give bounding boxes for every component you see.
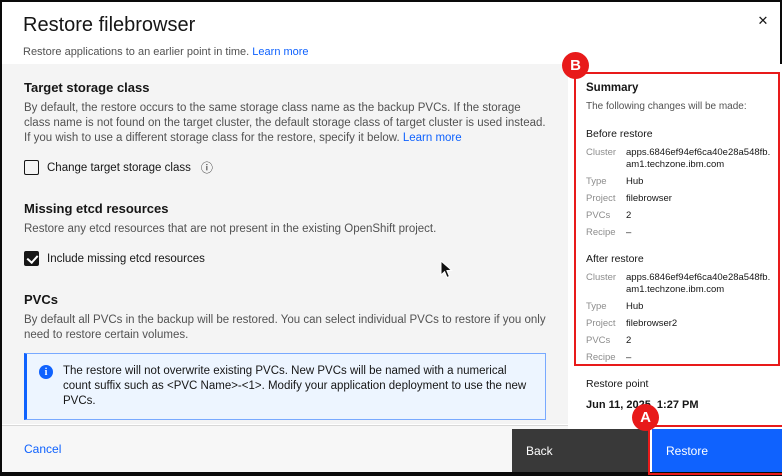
annotation-badge-a: A — [632, 404, 659, 431]
modal-header: Restore filebrowser Restore applications… — [2, 2, 780, 64]
subtitle-text: Restore applications to an earlier point… — [23, 46, 250, 58]
summary-row-project: Project filebrowser2 — [586, 318, 772, 330]
row-label: Cluster — [586, 272, 617, 283]
before-restore-rows: Cluster apps.6846ef94ef6ca40e28a548fb.am… — [586, 147, 772, 239]
summary-row-cluster: Cluster apps.6846ef94ef6ca40e28a548fb.am… — [586, 147, 772, 171]
row-label: Project — [586, 318, 616, 329]
notification-info-icon: i — [39, 365, 53, 379]
restore-point-value: Jun 11, 2025, 1:27 PM — [586, 399, 699, 411]
close-button[interactable]: ✕ — [752, 10, 774, 32]
row-value: – — [626, 352, 632, 363]
after-restore-heading: After restore — [586, 253, 644, 265]
row-label: PVCs — [586, 335, 611, 346]
restore-point-heading: Restore point — [586, 378, 649, 390]
summary-row-cluster: Cluster apps.6846ef94ef6ca40e28a548fb.am… — [586, 272, 772, 296]
summary-intro: The following changes will be made: — [586, 101, 747, 112]
summary-row-project: Project filebrowser — [586, 193, 772, 205]
notification-text: The restore will not overwrite existing … — [63, 365, 527, 407]
info-notification: i The restore will not overwrite existin… — [24, 353, 546, 420]
change-target-storage-class-checkbox-row[interactable]: Change target storage class ⓘ — [24, 160, 546, 175]
page-subtitle: Restore applications to an earlier point… — [23, 46, 309, 58]
summary-row-recipe: Recipe – — [586, 352, 772, 364]
before-restore-heading: Before restore — [586, 128, 653, 140]
summary-row-pvcs: PVCs 2 — [586, 335, 772, 347]
row-value: apps.6846ef94ef6ca40e28a548fb.am1.techzo… — [626, 272, 771, 295]
summary-row-recipe: Recipe – — [586, 227, 772, 239]
after-restore-rows: Cluster apps.6846ef94ef6ca40e28a548fb.am… — [586, 272, 772, 364]
include-missing-etcd-label: Include missing etcd resources — [47, 252, 205, 265]
cancel-link[interactable]: Cancel — [24, 442, 61, 456]
include-missing-etcd-checkbox-row[interactable]: Include missing etcd resources — [24, 251, 546, 266]
include-missing-etcd-checkbox[interactable] — [24, 251, 39, 266]
row-value: filebrowser — [626, 193, 672, 204]
target-storage-class-heading: Target storage class — [24, 80, 150, 95]
annotation-badge-b: B — [562, 52, 589, 79]
row-label: Type — [586, 176, 607, 187]
info-icon[interactable]: ⓘ — [201, 162, 213, 174]
page-title: Restore filebrowser — [23, 14, 196, 36]
modal-body: Target storage class By default, the res… — [2, 64, 568, 424]
subtitle-learn-more-link[interactable]: Learn more — [252, 46, 308, 58]
missing-etcd-heading: Missing etcd resources — [24, 201, 169, 216]
back-button[interactable]: Back — [512, 429, 650, 472]
row-label: Type — [586, 301, 607, 312]
storage-learn-more-link[interactable]: Learn more — [403, 132, 462, 144]
missing-etcd-description: Restore any etcd resources that are not … — [24, 223, 437, 235]
summary-row-pvcs: PVCs 2 — [586, 210, 772, 222]
row-value: Hub — [626, 301, 644, 312]
row-value: – — [626, 227, 632, 238]
change-target-storage-class-checkbox[interactable] — [24, 160, 39, 175]
row-label: Cluster — [586, 147, 617, 158]
pvcs-heading: PVCs — [24, 292, 58, 307]
row-value: 2 — [626, 335, 632, 346]
row-value: Hub — [626, 176, 644, 187]
row-label: PVCs — [586, 210, 611, 221]
summary-row-type: Type Hub — [586, 176, 772, 188]
change-target-storage-class-label: Change target storage class — [47, 161, 191, 174]
modal-footer — [2, 425, 568, 472]
summary-heading: Summary — [586, 82, 639, 94]
target-storage-class-text: By default, the restore occurs to the sa… — [24, 102, 546, 144]
row-label: Recipe — [586, 352, 616, 363]
restore-button[interactable]: Restore — [652, 429, 782, 472]
row-value: filebrowser2 — [626, 318, 678, 329]
target-storage-class-description: By default, the restore occurs to the sa… — [24, 101, 546, 146]
pvcs-description: By default all PVCs in the backup will b… — [24, 314, 546, 341]
row-value: 2 — [626, 210, 632, 221]
summary-row-type: Type Hub — [586, 301, 772, 313]
row-value: apps.6846ef94ef6ca40e28a548fb.am1.techzo… — [626, 147, 771, 170]
row-label: Project — [586, 193, 616, 204]
modal-window: Restore filebrowser Restore applications… — [0, 0, 782, 476]
close-icon: ✕ — [757, 13, 769, 28]
row-label: Recipe — [586, 227, 616, 238]
summary-panel: Summary The following changes will be ma… — [586, 82, 772, 411]
